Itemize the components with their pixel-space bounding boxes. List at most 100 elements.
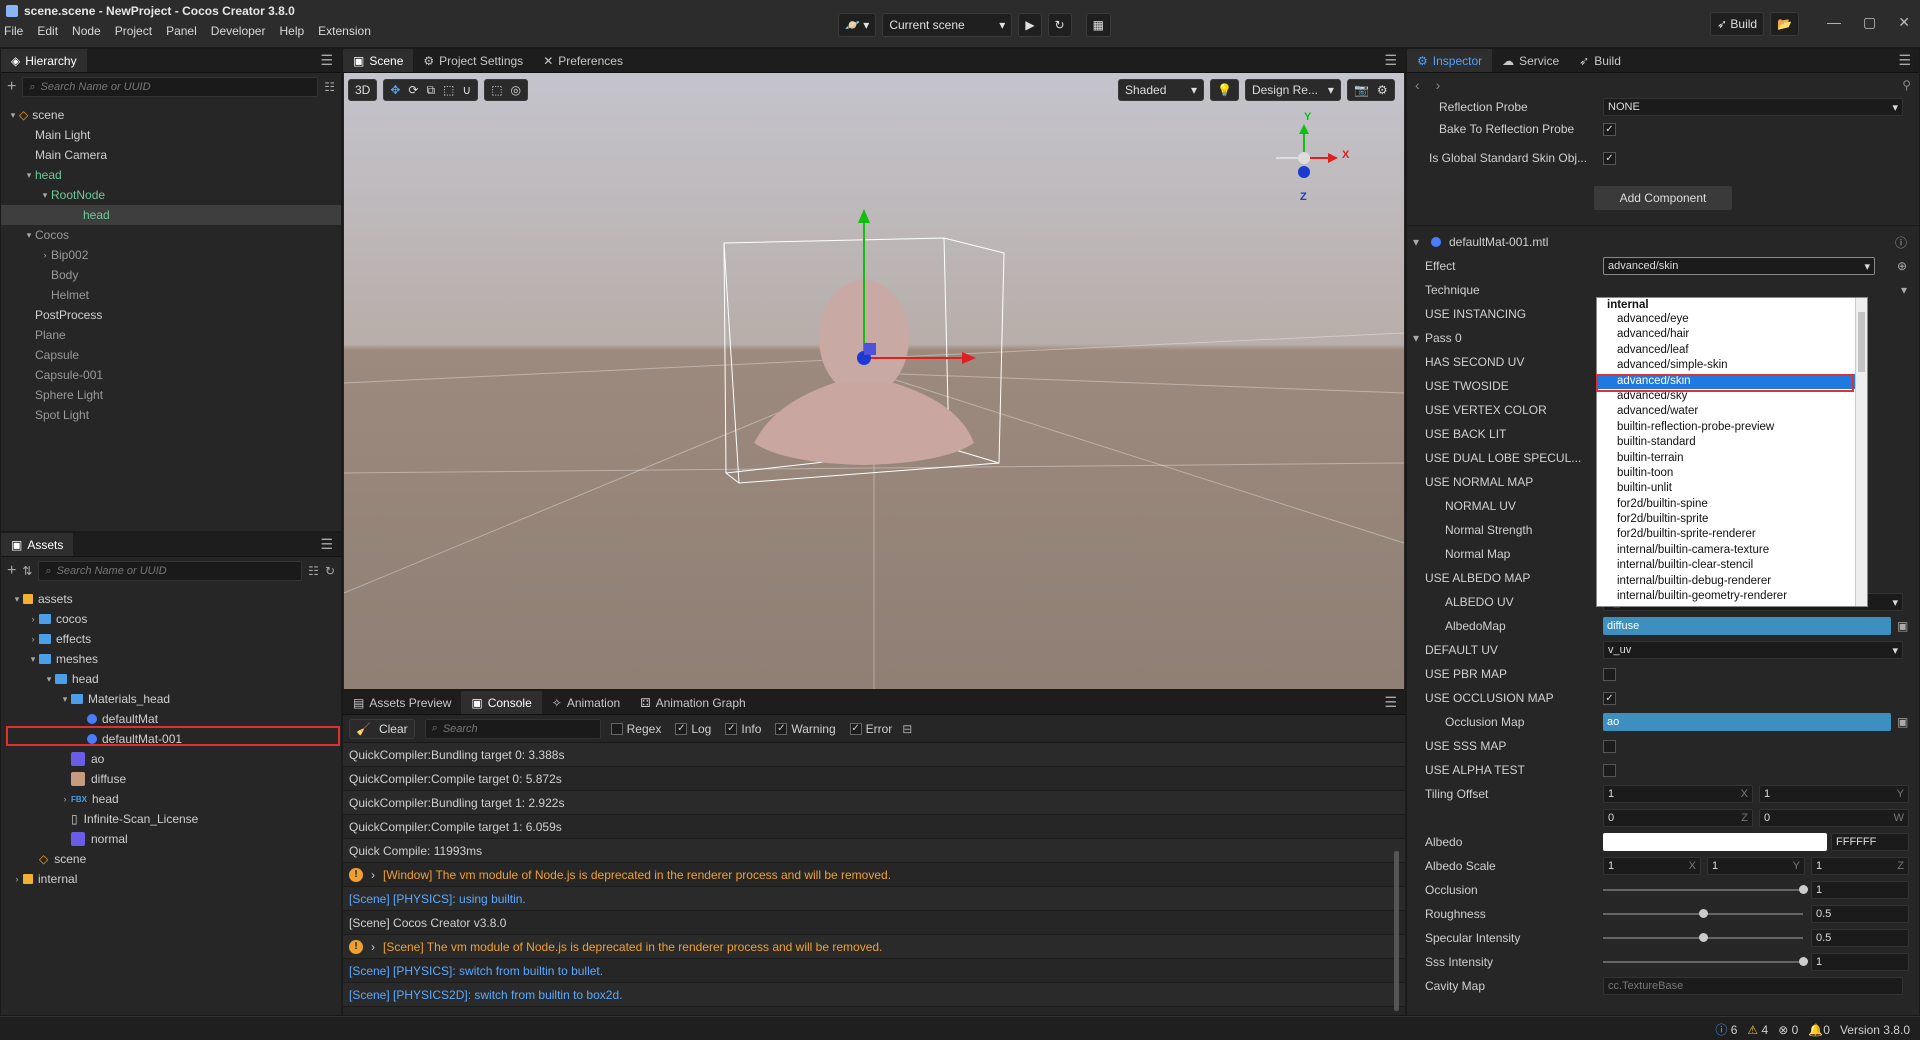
console-line[interactable]: QuickCompiler:Compile target 1: 6.059s [343,815,1405,839]
slider-track[interactable] [1603,909,1803,918]
slider-value-input[interactable]: 0.5 [1811,929,1909,947]
menu-item-panel[interactable]: Panel [166,24,197,42]
pivot-icon[interactable]: ⬚ [491,83,502,97]
console-line[interactable]: ! › [Scene] The vm module of Node.js is de… [343,935,1405,959]
assets-search-input[interactable]: ⌕ Search Name or UUID [38,561,303,581]
add-asset-icon[interactable]: + [7,562,16,580]
collapse-icon[interactable]: ⊟ [902,722,912,736]
menu-item-node[interactable]: Node [72,24,101,42]
platform-dropdown[interactable]: 🪐 ▾ [838,13,877,37]
expand-arrow-icon[interactable]: › [371,940,375,954]
hierarchy-node[interactable]: Main Camera [1,145,341,165]
asset-item[interactable]: ▾ Materials_head [1,689,341,709]
slider-track[interactable] [1603,885,1808,894]
asset-item[interactable]: › effects [1,629,341,649]
menu-item-extension[interactable]: Extension [318,24,371,42]
rotate-icon[interactable]: ⟳ [408,83,418,97]
filter-log[interactable]: ✓ Log [675,722,711,736]
slider-value-input[interactable]: 1 [1811,881,1909,899]
asset-item[interactable]: ao [1,749,341,769]
hierarchy-node[interactable]: ▾ Cocos [1,225,341,245]
back-icon[interactable]: ‹ [1415,77,1420,93]
console-line[interactable]: [Scene] [PHYSICS]: using builtin. [343,887,1405,911]
forward-icon[interactable]: › [1436,77,1441,93]
menu-item-developer[interactable]: Developer [211,24,266,42]
hierarchy-node[interactable]: head [1,205,341,225]
occlusion-checkbox[interactable]: ✓ [1603,691,1616,705]
expand-arrow-icon[interactable]: ▾ [11,594,23,605]
tab-service[interactable]: ☁ Service [1492,49,1569,72]
dropdown-option[interactable]: internal/builtin-camera-texture [1597,543,1867,558]
slider-knob[interactable] [1799,885,1808,894]
tab-hierarchy[interactable]: ◈ Hierarchy [1,49,87,72]
hierarchy-node[interactable]: Body [1,265,341,285]
tab-build[interactable]: ➶ Build [1569,49,1631,72]
dropdown-option[interactable]: advanced/water [1597,404,1867,419]
albedo-scale-y[interactable]: 1Y [1707,857,1805,875]
locate-icon[interactable]: ⊕ [1897,259,1907,273]
light-toggle[interactable]: 💡 [1210,79,1239,101]
occlusion-map-field[interactable]: ao [1603,713,1891,731]
hierarchy-node[interactable]: PostProcess [1,305,341,325]
build-button[interactable]: ➶ Build [1710,12,1765,36]
console-scrollbar[interactable] [1394,851,1399,1011]
global-icon[interactable]: ◎ [511,83,521,97]
albedo-map-field[interactable]: diffuse [1603,617,1891,635]
dropdown-option[interactable]: builtin-reflection-probe-preview [1597,420,1867,435]
maximize-button[interactable]: ▢ [1863,14,1876,31]
refresh-button[interactable]: ↻ [1047,13,1072,37]
panel-menu-icon[interactable]: ☰ [1384,49,1397,72]
tab-preferences[interactable]: ✕ Preferences [533,49,633,72]
clear-button[interactable]: 🧹 Clear [349,718,415,739]
hierarchy-node[interactable]: Plane [1,325,341,345]
hierarchy-search-input[interactable]: ⌕ Search Name or UUID [22,77,319,97]
console-line[interactable]: ! › [Window] The vm module of Node.js is d… [343,863,1405,887]
asset-item[interactable]: › cocos [1,609,341,629]
dropdown-scrollbar[interactable] [1855,298,1867,606]
dropdown-option[interactable]: internal/builtin-geometry-renderer [1597,589,1867,604]
refresh-icon[interactable]: ↻ [325,564,335,578]
sss-checkbox[interactable] [1603,739,1616,753]
expand-arrow-icon[interactable]: › [27,634,39,644]
console-line[interactable]: Quick Compile: 11993ms [343,839,1405,863]
dropdown-option[interactable]: builtin-terrain [1597,451,1867,466]
dropdown-option[interactable]: internal/builtin-debug-renderer [1597,574,1867,589]
hierarchy-node[interactable]: ▾ ◇ scene [1,105,341,125]
albedo-scale-z[interactable]: 1Z [1811,857,1909,875]
console-search-input[interactable]: ⌕ Search [424,718,601,739]
expand-arrow-icon[interactable]: › [39,250,51,260]
hierarchy-node[interactable]: Helmet [1,285,341,305]
tiling-z-input[interactable]: 0Z [1603,809,1753,827]
global-skin-checkbox[interactable]: ✓ [1603,151,1616,165]
dropdown-option[interactable]: for2d/builtin-sprite [1597,512,1867,527]
scene-select[interactable]: Current scene ▾ [882,13,1013,37]
asset-item[interactable]: diffuse [1,769,341,789]
cavity-map-field[interactable]: cc.TextureBase [1603,977,1903,995]
asset-item[interactable]: › FBX head [1,789,341,809]
warn-count[interactable]: ⚠ 4 [1747,1023,1768,1037]
asset-item[interactable]: ▾ head [1,669,341,689]
menu-item-edit[interactable]: Edit [37,24,58,42]
list-icon[interactable]: ☷ [308,564,319,578]
expand-arrow-icon[interactable]: ▾ [7,110,19,121]
pin-icon[interactable]: ⚲ [1902,78,1911,92]
dropdown-option[interactable]: for2d/builtin-spine [1597,497,1867,512]
console-line[interactable]: [Scene] [PHYSICS]: switch from builtin t… [343,959,1405,983]
help-icon[interactable]: ⓘ [1895,234,1907,251]
error-count[interactable]: ⊗ 0 [1778,1023,1798,1037]
hierarchy-node[interactable]: Main Light [1,125,341,145]
add-node-icon[interactable]: + [7,78,16,96]
tab-assets-preview[interactable]: ▤ Assets Preview [343,691,461,714]
asset-item[interactable]: › internal [1,869,341,889]
dropdown-option[interactable]: builtin-unlit [1597,481,1867,496]
slider-value-input[interactable]: 0.5 [1811,905,1909,923]
effect-select[interactable]: advanced/skin ▾ [1603,257,1875,275]
menu-item-project[interactable]: Project [115,24,152,42]
console-line[interactable]: QuickCompiler:Bundling target 1: 2.922s [343,791,1405,815]
add-component-button[interactable]: Add Component [1594,186,1732,210]
pbr-checkbox[interactable] [1603,667,1616,681]
collapse-arrow-icon[interactable]: ▾ [1413,331,1419,345]
expand-arrow-icon[interactable]: › [27,614,39,624]
slider-knob[interactable] [1699,933,1708,942]
panel-menu-icon[interactable]: ☰ [1898,49,1911,72]
